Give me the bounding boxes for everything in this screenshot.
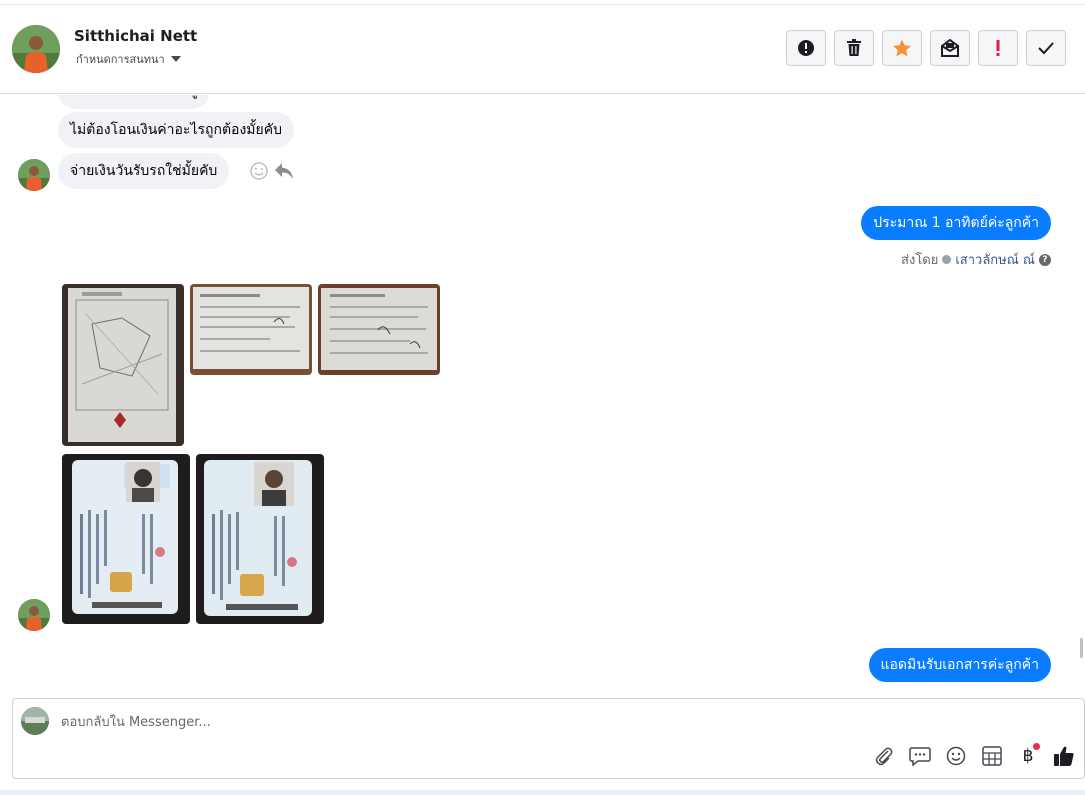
contact-avatar-small[interactable] bbox=[18, 599, 50, 631]
incoming-message: จ่ายเงินวันรับรถใช่มั้ยคับ bbox=[58, 153, 230, 189]
paperclip-icon bbox=[875, 747, 893, 766]
conversation-status-dropdown[interactable]: กำหนดการสนทนา bbox=[76, 50, 181, 68]
like-button[interactable] bbox=[1051, 743, 1077, 769]
header-actions bbox=[786, 30, 1066, 66]
id-card-photo-2[interactable] bbox=[196, 454, 324, 624]
contact-avatar[interactable] bbox=[12, 25, 60, 73]
help-icon[interactable]: ? bbox=[1039, 253, 1051, 266]
page-avatar bbox=[21, 707, 49, 735]
mark-unread-button[interactable] bbox=[930, 30, 970, 66]
message-thread[interactable]: ใช่ไหมครับ ต้องการรู้ ไม่ต้องโอนเงินค่าอ… bbox=[0, 95, 1085, 693]
alert-circle-icon bbox=[798, 40, 814, 56]
payment-button[interactable]: ฿ bbox=[1015, 743, 1041, 769]
incoming-message: ไม่ต้องโอนเงินค่าอะไรถูกต้องมั้ยคับ bbox=[58, 112, 294, 148]
incoming-message-partial: ใช่ไหมครับ ต้องการรู้ bbox=[58, 95, 210, 109]
star-icon bbox=[893, 39, 911, 56]
emoji-icon bbox=[946, 746, 966, 766]
reply-input[interactable] bbox=[61, 712, 961, 732]
saved-replies-button[interactable] bbox=[907, 743, 933, 769]
document-photo-1[interactable] bbox=[190, 284, 312, 375]
conversation-status-label: กำหนดการสนทนา bbox=[76, 53, 165, 66]
sent-by-name[interactable]: เสาวลักษณ์ ณ์ bbox=[955, 249, 1035, 270]
emoji-button[interactable] bbox=[943, 743, 969, 769]
land-deed-photo[interactable] bbox=[62, 284, 184, 446]
outgoing-message: ประมาณ 1 อาทิตย์ค่ะลูกค้า bbox=[861, 206, 1051, 240]
bottom-strip bbox=[0, 790, 1085, 795]
contact-avatar-small[interactable] bbox=[18, 159, 50, 191]
notification-dot bbox=[1033, 743, 1040, 750]
report-button[interactable] bbox=[786, 30, 826, 66]
important-button[interactable] bbox=[978, 30, 1018, 66]
outgoing-message: แอดมินรับเอกสารค่ะลูกค้า bbox=[868, 648, 1051, 682]
id-card-photo-1[interactable] bbox=[62, 454, 190, 624]
appointment-button[interactable] bbox=[979, 743, 1005, 769]
trash-icon bbox=[847, 39, 861, 56]
conversation-header: Sitthichai Nett กำหนดการสนทนา bbox=[0, 5, 1085, 94]
document-photo-2[interactable] bbox=[318, 284, 440, 375]
verified-icon bbox=[942, 255, 952, 264]
contact-name[interactable]: Sitthichai Nett bbox=[74, 27, 197, 45]
messenger-inbox: Sitthichai Nett กำหนดการสนทนา ไม่ต้องโอน… bbox=[0, 0, 1085, 795]
attach-button[interactable] bbox=[871, 743, 897, 769]
saved-reply-icon bbox=[909, 747, 931, 766]
star-button[interactable] bbox=[882, 30, 922, 66]
reply-icon[interactable] bbox=[274, 162, 294, 184]
table-icon bbox=[982, 746, 1002, 766]
sent-by-info: ส่งโดย เสาวลักษณ์ ณ์ ? bbox=[901, 249, 1051, 270]
reply-composer: ฿ bbox=[12, 698, 1085, 779]
composer-toolbar: ฿ bbox=[871, 743, 1077, 769]
emoji-react-icon[interactable] bbox=[249, 161, 269, 185]
baht-icon: ฿ bbox=[1022, 746, 1034, 766]
sent-by-label: ส่งโดย bbox=[901, 253, 939, 268]
mark-unread-icon bbox=[941, 39, 959, 57]
caret-down-icon bbox=[170, 56, 181, 62]
delete-button[interactable] bbox=[834, 30, 874, 66]
mark-done-button[interactable] bbox=[1026, 30, 1066, 66]
checkmark-icon bbox=[1038, 42, 1054, 55]
like-icon bbox=[1054, 746, 1074, 766]
scrollbar-thumb[interactable] bbox=[1080, 638, 1083, 658]
exclamation-icon bbox=[996, 40, 1000, 56]
